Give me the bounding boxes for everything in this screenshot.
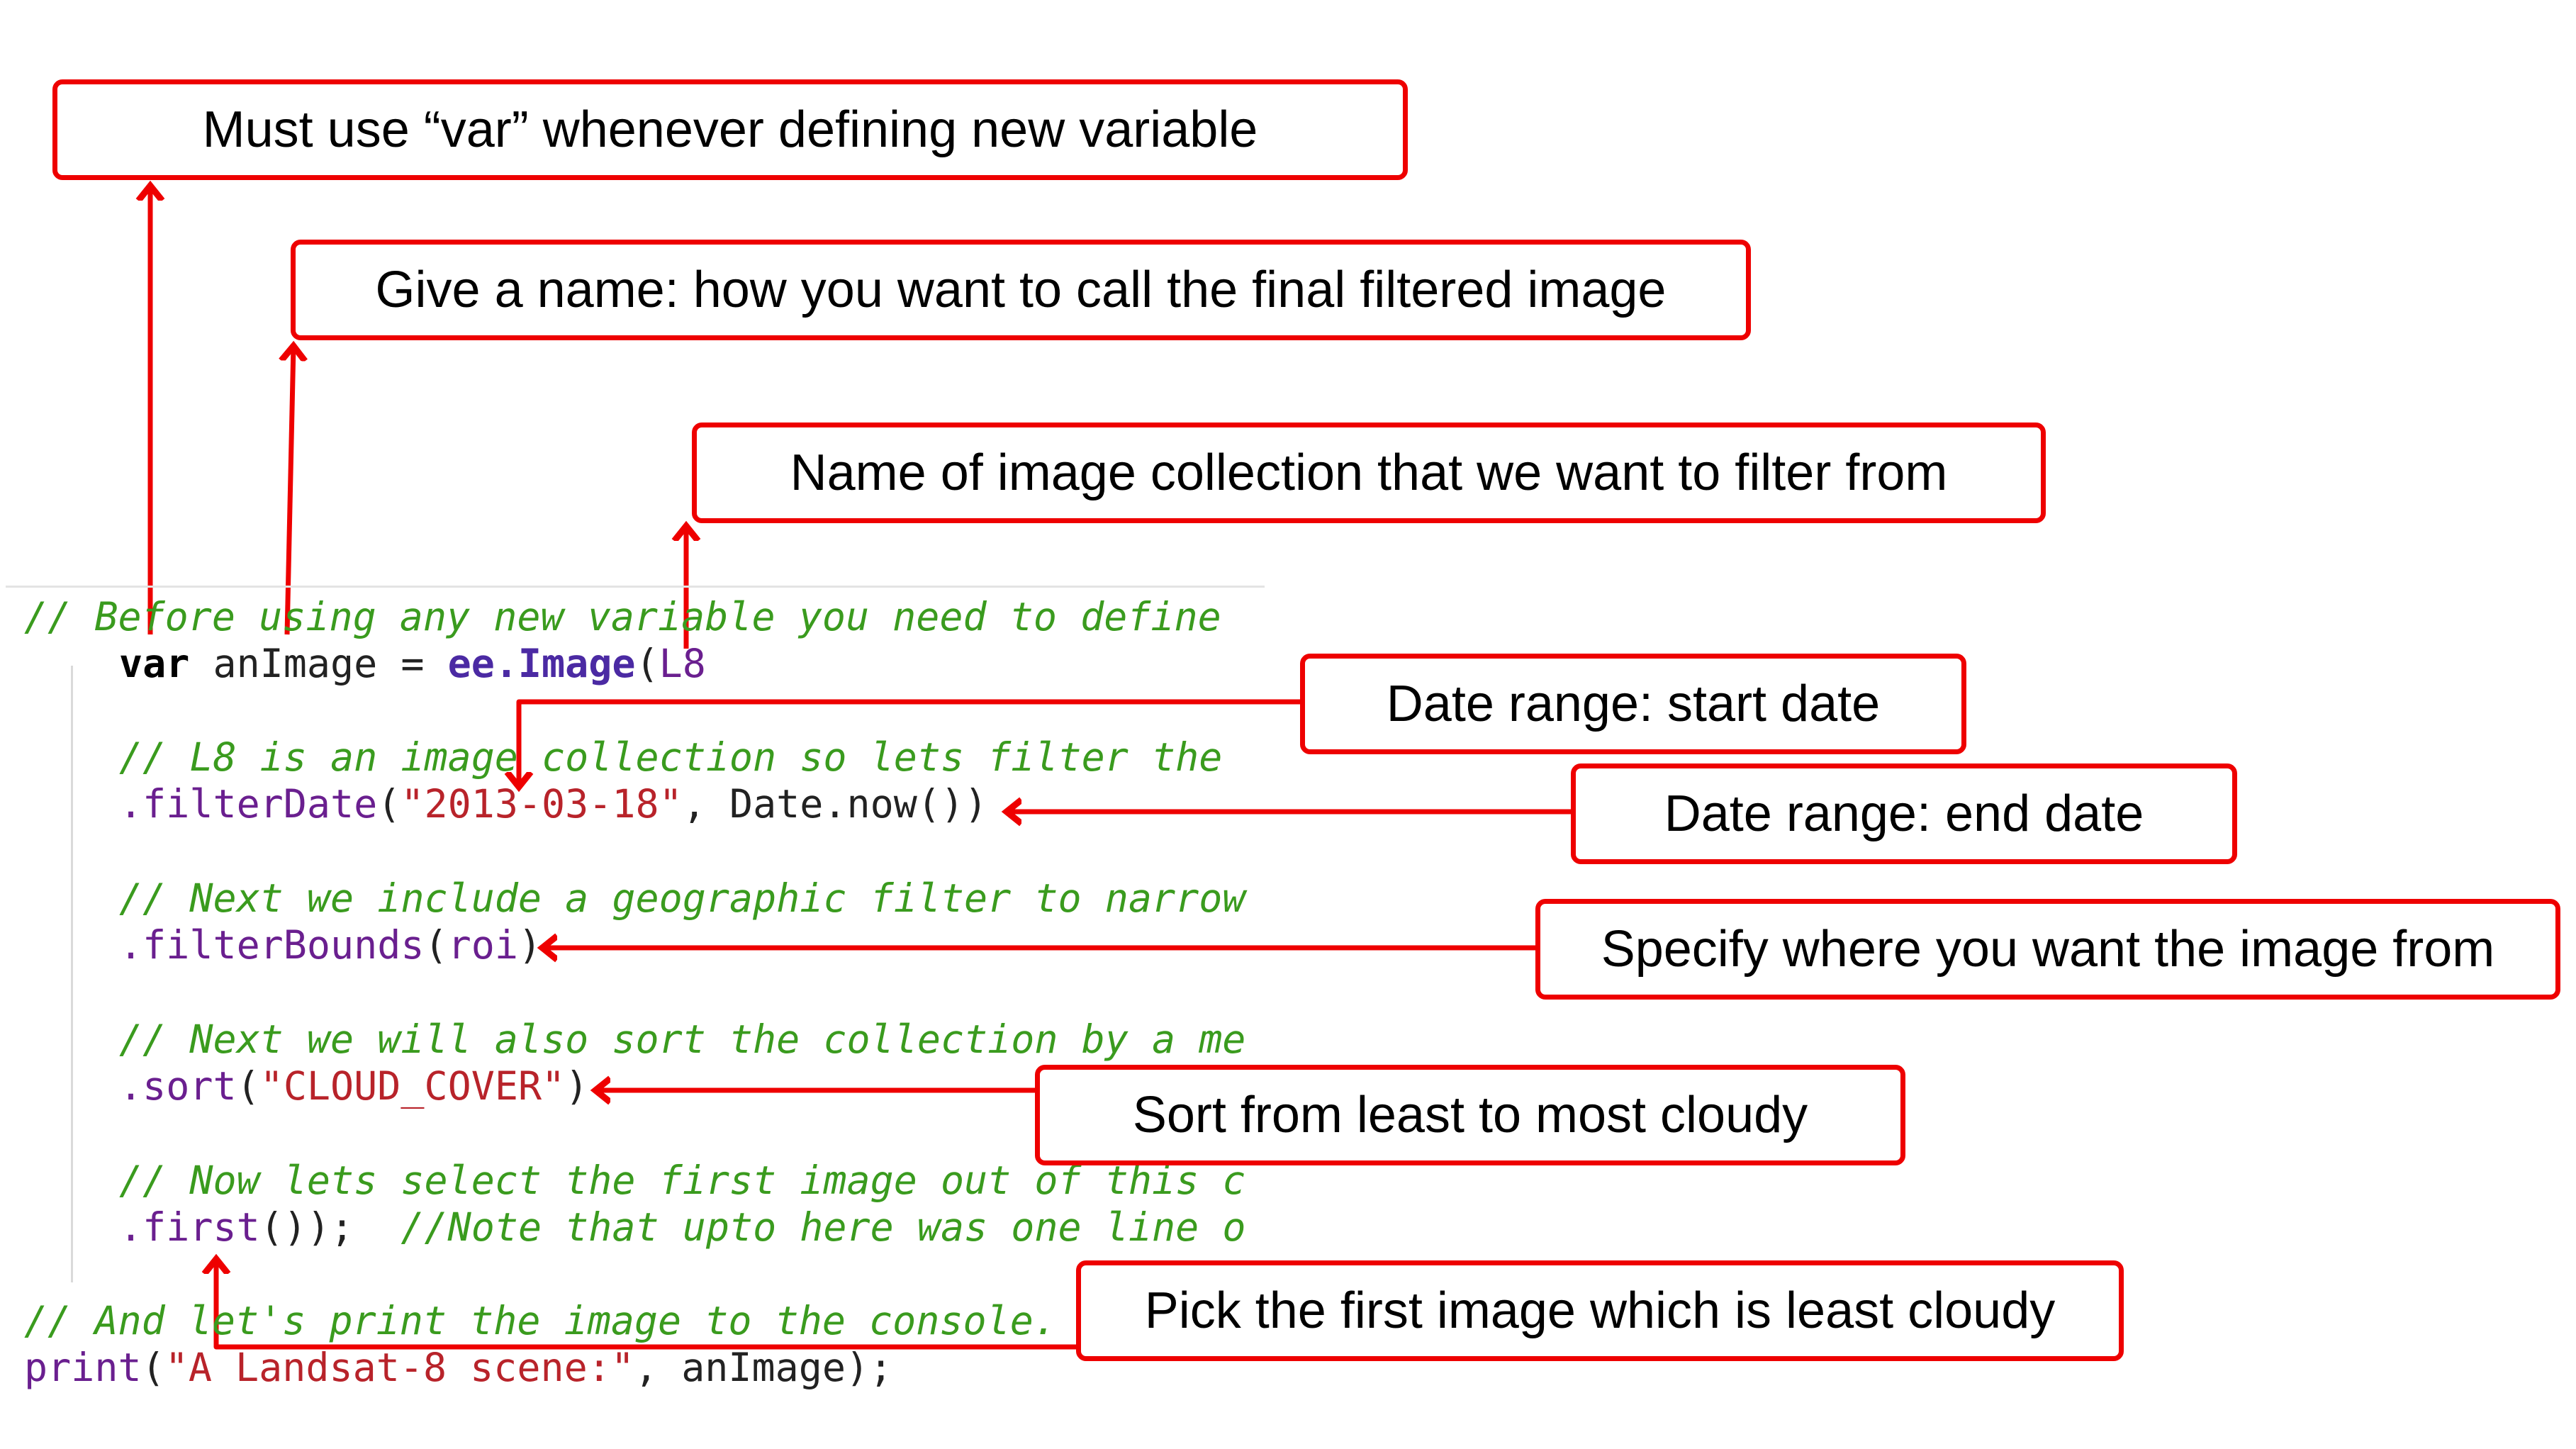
callout-bounds: Specify where you want the image from (1535, 899, 2560, 1000)
code-line-comment-sort: // Next we will also sort the collection… (119, 1016, 1245, 1063)
filter-date-method: .filterDate (119, 781, 378, 827)
code-line-filter-date: .filterDate("2013-03-18", Date.now()) (119, 781, 987, 827)
first-call-rest: ()); (259, 1204, 401, 1250)
code-line-comment-print: // And let's print the image to the cons… (24, 1297, 1057, 1344)
filter-bounds-method: .filterBounds (119, 922, 425, 968)
code-line-comment-define: // Before using any new variable you nee… (24, 593, 1221, 640)
code-line-first: .first()); //Note that upto here was one… (119, 1204, 1245, 1251)
code-comment: // Next we will also sort the collection… (119, 1017, 1246, 1062)
paren-open: ( (635, 641, 659, 686)
callout-collection-name: Name of image collection that we want to… (692, 423, 2046, 523)
code-comment: // Next we include a geographic filter t… (119, 875, 1246, 921)
sort-method: .sort (119, 1063, 237, 1109)
roi-variable: roi (447, 922, 518, 968)
paren-close: ) (565, 1063, 589, 1109)
code-comment: // Before using any new variable you nee… (24, 594, 1221, 639)
code-comment: // And let's print the image to the cons… (24, 1298, 1057, 1343)
paren-open: ( (377, 781, 401, 827)
ee-image-call: ee.Image (447, 641, 636, 686)
callout-var-keyword: Must use “var” whenever defining new var… (52, 79, 1408, 180)
callout-first: Pick the first image which is least clou… (1076, 1260, 2124, 1361)
callout-variable-name: Give a name: how you want to call the fi… (291, 240, 1751, 340)
paren-close: ) (517, 922, 542, 968)
code-line-filter-bounds: .filterBounds(roi) (119, 922, 542, 968)
cloud-cover-string: "CLOUD_COVER" (259, 1063, 566, 1109)
var-keyword: var (119, 641, 190, 686)
callout-sort: Sort from least to most cloudy (1035, 1065, 1905, 1165)
variable-name: anImage = (189, 641, 448, 686)
print-function: print (24, 1345, 142, 1390)
start-date-string: "2013-03-18" (401, 781, 683, 827)
code-comment: //Note that upto here was one line o (401, 1204, 1246, 1250)
paren-open: ( (141, 1345, 165, 1390)
code-comment: // L8 is an image collection so lets fil… (119, 734, 1223, 780)
code-line-sort: .sort("CLOUD_COVER") (119, 1063, 588, 1109)
code-line-comment-geo: // Next we include a geographic filter t… (119, 875, 1245, 922)
print-args-rest: , anImage); (634, 1345, 893, 1390)
callout-end-date: Date range: end date (1571, 763, 2237, 864)
collection-name: L8 (659, 641, 706, 686)
code-line-print: print("A Landsat-8 scene:", anImage); (24, 1344, 892, 1391)
code-line-var: var anImage = ee.Image(L8 (119, 640, 706, 687)
paren-open: ( (424, 922, 448, 968)
end-date-expression: , Date.now()) (682, 781, 988, 827)
paren-open: ( (236, 1063, 260, 1109)
callout-start-date: Date range: start date (1300, 654, 1966, 754)
first-method: .first (119, 1204, 260, 1250)
indent-guide (71, 666, 73, 1282)
print-label-string: "A Landsat-8 scene:" (164, 1345, 634, 1390)
code-line-comment-collection: // L8 is an image collection so lets fil… (119, 734, 1222, 781)
